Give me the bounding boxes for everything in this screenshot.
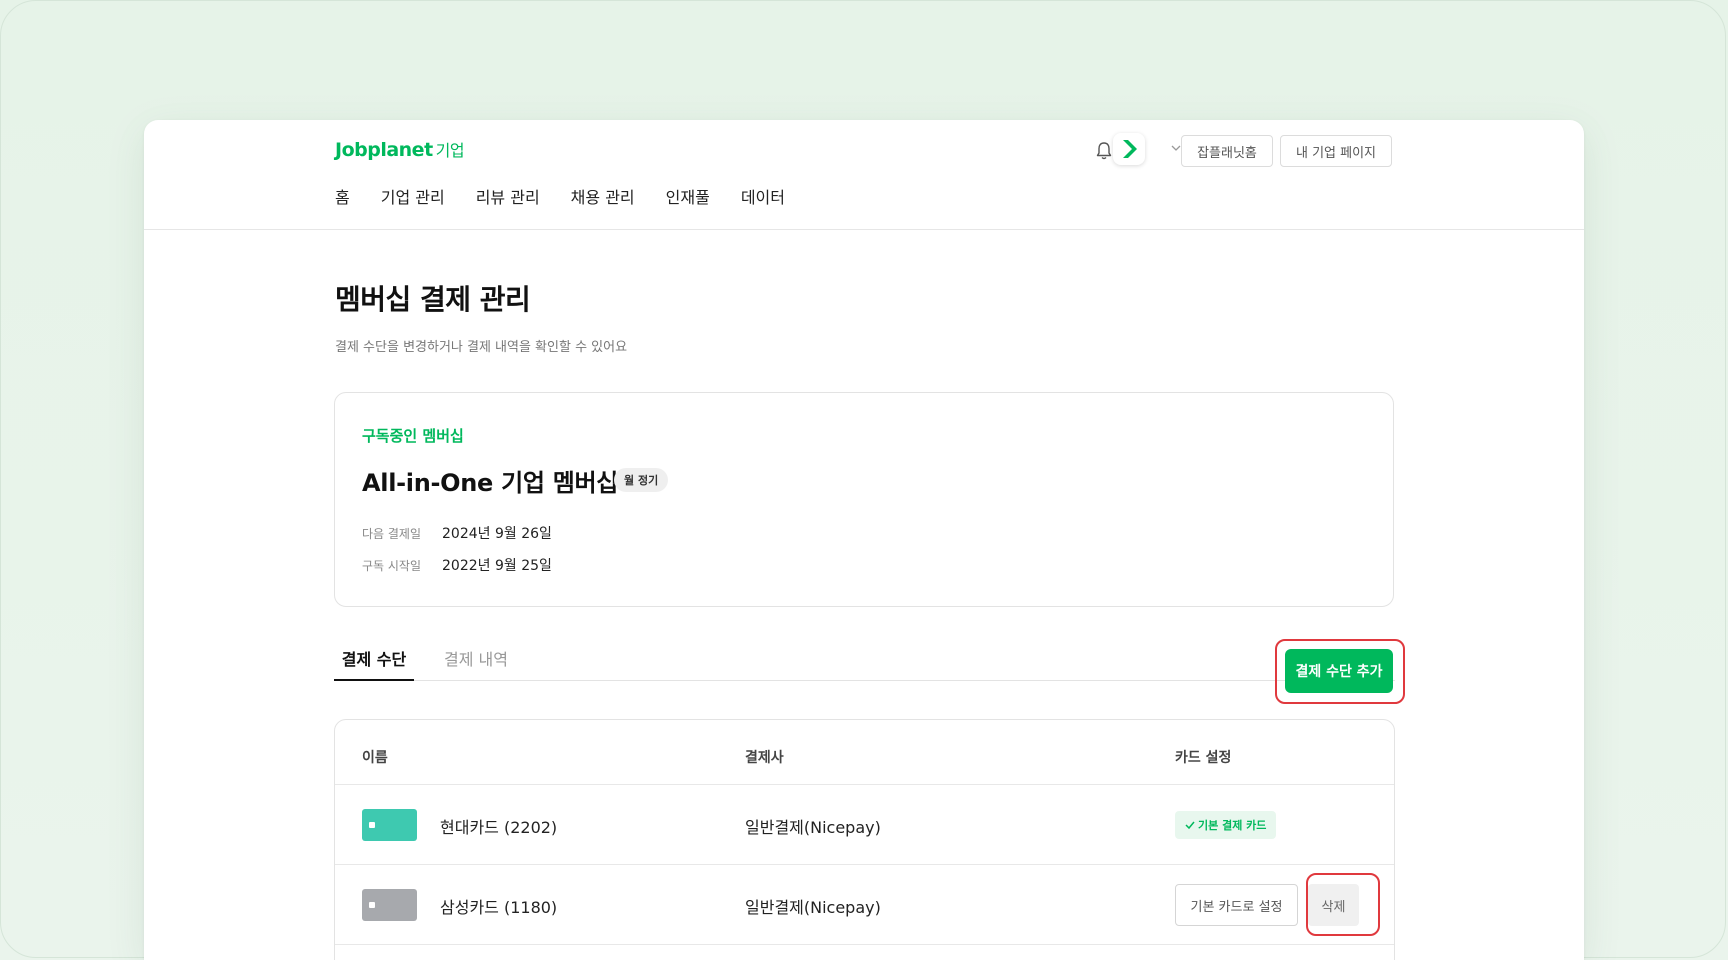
column-header-card-settings: 카드 설정 (1175, 750, 1232, 766)
bell-icon[interactable] (1094, 140, 1114, 162)
highlight-box (1306, 873, 1380, 936)
company-switch-icon[interactable] (1113, 133, 1145, 165)
header: Jobplanet 기업 홈 기업 관리 리뷰 관리 채용 관리 인재풀 데이터 … (144, 120, 1584, 230)
card-chip-icon (362, 889, 417, 921)
my-company-page-button[interactable]: 내 기업 페이지 (1280, 135, 1392, 167)
nav-item-reviews[interactable]: 리뷰 관리 (476, 184, 540, 208)
browser-window: Jobplanet 기업 홈 기업 관리 리뷰 관리 채용 관리 인재풀 데이터 … (144, 120, 1584, 960)
logo-text: Jobplanet (335, 139, 433, 161)
row-divider (335, 944, 1394, 945)
column-header-name: 이름 (362, 750, 388, 766)
logo-sub: 기업 (435, 141, 465, 160)
nav-item-company[interactable]: 기업 관리 (381, 184, 445, 208)
main-nav: 홈 기업 관리 리뷰 관리 채용 관리 인재풀 데이터 (335, 184, 785, 208)
default-card-label: 기본 결제 카드 (1198, 819, 1267, 832)
nav-item-recruit[interactable]: 채용 관리 (571, 184, 635, 208)
card-name: 삼성카드 (1180) (440, 898, 558, 917)
highlight-box (1275, 639, 1405, 704)
start-date-row: 구독 시작일 2022년 9월 25일 (362, 555, 552, 575)
nav-item-data[interactable]: 데이터 (741, 184, 785, 208)
tab-payment-history[interactable]: 결제 내역 (444, 646, 508, 681)
nav-item-home[interactable]: 홈 (335, 184, 350, 208)
start-date-value: 2022년 9월 25일 (442, 558, 552, 574)
default-card-badge: 기본 결제 카드 (1175, 811, 1277, 839)
membership-name: All-in-One 기업 멤버십 (362, 469, 619, 497)
card-name: 현대카드 (2202) (440, 818, 558, 837)
subscription-card: 구독중인 멤버십 All-in-One 기업 멤버십 월 정기 다음 결제일 2… (334, 392, 1394, 607)
next-payment-value: 2024년 9월 26일 (442, 526, 552, 542)
payment-tabs: 결제 수단 결제 내역 (334, 646, 1395, 681)
arrow-right-icon (1123, 140, 1137, 158)
card-processor: 일반결제(Nicepay) (745, 818, 881, 837)
next-payment-row: 다음 결제일 2024년 9월 26일 (362, 523, 552, 543)
card-chip-icon (362, 809, 417, 841)
next-payment-label: 다음 결제일 (362, 526, 422, 541)
check-icon (1185, 821, 1195, 830)
billing-cycle-badge: 월 정기 (614, 468, 669, 492)
column-header-processor: 결제사 (745, 750, 784, 766)
jobplanet-home-button[interactable]: 잡플래닛홈 (1181, 135, 1273, 167)
page-title: 멤버십 결제 관리 (335, 283, 531, 316)
logo[interactable]: Jobplanet 기업 (335, 137, 465, 161)
nav-item-talent[interactable]: 인재풀 (666, 184, 710, 208)
page-subtitle: 결제 수단을 변경하거나 결제 내역을 확인할 수 있어요 (335, 340, 628, 355)
payment-methods-table: 이름 결제사 카드 설정 현대카드 (2202) 일반결제(Nicepay) 기… (334, 719, 1395, 960)
row-divider (335, 784, 1394, 785)
start-date-label: 구독 시작일 (362, 558, 422, 573)
row-divider (335, 864, 1394, 865)
set-default-card-button[interactable]: 기본 카드로 설정 (1175, 884, 1298, 926)
tab-payment-method[interactable]: 결제 수단 (334, 646, 414, 681)
card-processor: 일반결제(Nicepay) (745, 898, 881, 917)
subscription-label: 구독중인 멤버십 (362, 427, 464, 445)
